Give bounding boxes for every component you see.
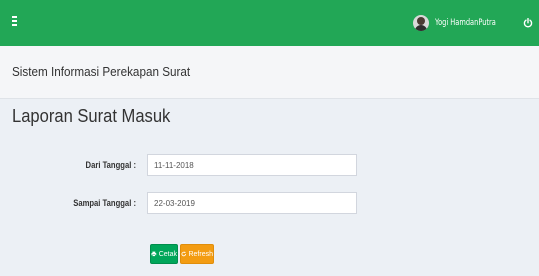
to-date-label: Sampai Tanggal : <box>73 198 136 208</box>
refresh-icon <box>181 251 186 257</box>
power-icon <box>523 17 533 28</box>
to-date-input[interactable] <box>147 192 357 214</box>
menu-icon-bar <box>12 16 17 18</box>
user-menu[interactable]: Yogi HamdanPutra <box>412 13 509 33</box>
page-title: Laporan Surat Masuk <box>12 106 171 126</box>
print-button-label: Cetak <box>158 250 177 258</box>
from-date-input[interactable] <box>147 154 357 176</box>
app-title: Sistem Informasi Perekapan Surat <box>12 64 191 79</box>
menu-icon-bar <box>12 24 17 26</box>
print-icon <box>151 251 157 257</box>
refresh-button[interactable]: Refresh <box>180 244 214 264</box>
user-avatar <box>412 15 429 31</box>
user-name: Yogi HamdanPutra <box>434 18 496 28</box>
menu-icon-bar <box>12 20 17 22</box>
logout-button[interactable] <box>523 15 533 28</box>
refresh-button-label: Refresh <box>188 250 213 258</box>
app-title-bar: Sistem Informasi Perekapan Surat <box>0 46 539 99</box>
print-button[interactable]: Cetak <box>150 244 178 264</box>
sidebar-toggle-button[interactable] <box>10 15 22 29</box>
from-date-label: Dari Tanggal : <box>85 160 136 170</box>
top-navbar: Yogi HamdanPutra <box>0 0 539 46</box>
